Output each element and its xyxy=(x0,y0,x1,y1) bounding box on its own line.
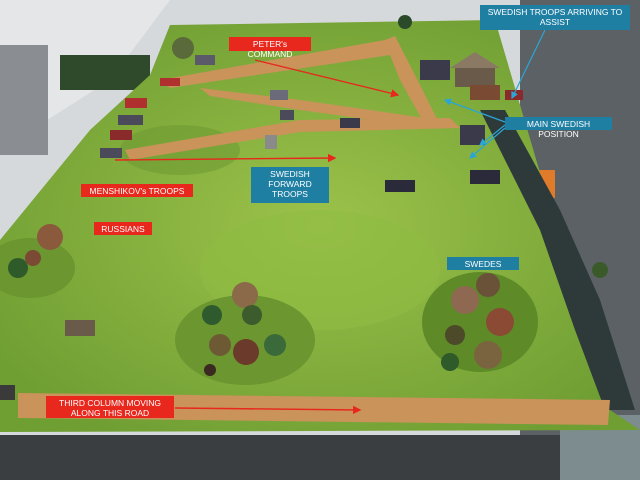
bottom-desk xyxy=(0,435,640,480)
label-swedish-forward-troops: SWEDISH FORWARD TROOPS xyxy=(251,167,329,203)
label-main-swedish-position: MAIN SWEDISH POSITION xyxy=(505,117,612,139)
label-peters-command: PETER's COMMAND xyxy=(229,37,311,59)
green-mat xyxy=(60,55,150,90)
label-russians: RUSSIANS xyxy=(94,222,152,235)
barn xyxy=(470,85,500,100)
label-swedes: SWEDES xyxy=(447,257,519,270)
label-menshikov-troops: MENSHIKOV's TROOPS xyxy=(81,184,193,197)
label-swedish-troops-arriving: SWEDISH TROOPS ARRIVING TO ASSIST xyxy=(480,5,630,30)
label-third-column: THIRD COLUMN MOVING ALONG THIS ROAD xyxy=(46,396,174,418)
farmhouse xyxy=(455,65,495,87)
shelf xyxy=(0,45,48,155)
